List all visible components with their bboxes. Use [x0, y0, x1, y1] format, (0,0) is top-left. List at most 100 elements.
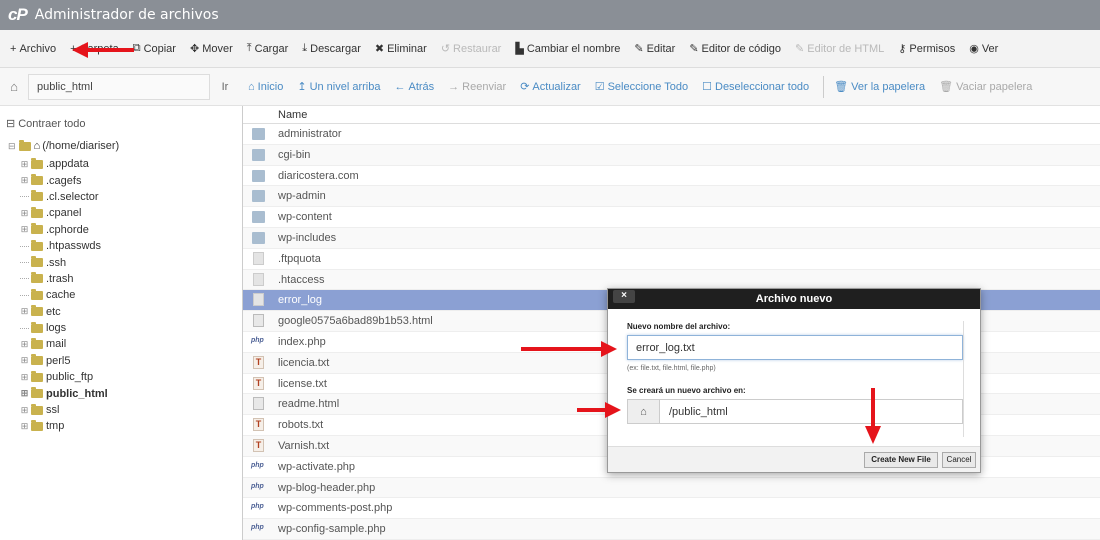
toolbar-ver-button[interactable]: ◉ Ver [969, 42, 998, 56]
column-header-name[interactable]: Name [243, 106, 1100, 124]
tree-item-cache[interactable]: cache [20, 287, 108, 303]
tree-item-trash[interactable]: .trash [20, 271, 108, 287]
file-name: robots.txt [278, 419, 324, 432]
expand-icon[interactable]: ⊞ [20, 224, 29, 235]
file-row[interactable]: php wp-config-sample.php [243, 519, 1100, 540]
tree-item-perl5[interactable]: ⊞ perl5 [20, 353, 108, 369]
expand-icon[interactable]: ⊞ [20, 339, 29, 350]
expand-icon[interactable]: ⊞ [20, 388, 29, 399]
tree-item-cagefs[interactable]: ⊞ .cagefs [20, 172, 108, 188]
toolbar-editar-button[interactable]: ✎ Editar [634, 42, 675, 56]
nav-vaciar-papelera-button[interactable]: 🗑 Vaciar papelera [939, 80, 1032, 94]
toolbar-cambiar-el-nombre-button[interactable]: ▙ Cambiar el nombre [515, 42, 620, 56]
txt-file-icon: T [253, 438, 264, 452]
nav-ver-la-papelera-button[interactable]: 🗑 Ver la papelera [834, 80, 926, 94]
nav-seleccione-todo-button[interactable]: ☑ Seleccione Todo [595, 80, 688, 94]
nav-button-label: Ver la papelera [851, 80, 926, 93]
tree-root[interactable]: ⊟ ⌂ (/home/diariser) [8, 139, 119, 152]
file-row[interactable]: wp-includes [243, 227, 1100, 249]
cancel-button[interactable]: Cancel [942, 452, 976, 468]
home-icon[interactable]: ⌂ [0, 68, 28, 105]
tree-item-ssh[interactable]: .ssh [20, 254, 108, 270]
file-row[interactable]: cgi-bin [243, 144, 1100, 166]
archivo-icon: + [10, 42, 17, 55]
toolbar-eliminar-button[interactable]: ✖ Eliminar [375, 42, 427, 56]
toolbar-editor-de-html-button[interactable]: ✎ Editor de HTML [795, 42, 885, 56]
tree-item-cphorde[interactable]: ⊞ .cphorde [20, 222, 108, 238]
toolbar-restaurar-button[interactable]: ↺ Restaurar [441, 42, 502, 56]
vaciar-papelera-icon: 🗑 [939, 81, 954, 93]
file-row[interactable]: administrator [243, 124, 1100, 145]
file-row[interactable]: php wp-blog-header.php [243, 477, 1100, 499]
toolbar-button-label: Restaurar [453, 42, 502, 55]
expand-icon[interactable]: ⊞ [20, 208, 29, 219]
home-icon: ⌂ [33, 140, 41, 152]
tree-item-public-html[interactable]: ⊞ public_html [20, 385, 108, 401]
tree-item-htpasswds[interactable]: .htpasswds [20, 238, 108, 254]
toolbar-button-label: Permisos [909, 42, 956, 55]
toolbar-editor-de-codigo-button[interactable]: ✎ Editor de código [689, 42, 781, 56]
main-toolbar: +Archivo+Carpeta⧉Copiar✥Mover⤒Cargar⤓Des… [0, 30, 1100, 68]
file-row[interactable]: diaricostera.com [243, 166, 1100, 187]
expand-icon[interactable]: ⊞ [20, 306, 29, 317]
toolbar-copiar-button[interactable]: ⧉ Copiar [133, 42, 176, 55]
tree-item-cl-selector[interactable]: .cl.selector [20, 189, 108, 205]
tree-item-appdata[interactable]: ⊞ .appdata [20, 156, 108, 172]
mover-icon: ✥ [189, 43, 200, 55]
toolbar-cargar-button[interactable]: ⤒ Cargar [247, 42, 289, 55]
file-row[interactable]: php wp-comments-post.php [243, 498, 1100, 520]
file-name: Varnish.txt [278, 439, 330, 452]
destination-input[interactable] [660, 400, 962, 423]
tree-item-label: etc [46, 305, 61, 318]
tree-item-tmp[interactable]: ⊞ tmp [20, 418, 108, 434]
dialog-title: Archivo nuevo [755, 293, 833, 305]
nav-reenviar-button[interactable]: → Reenviar [448, 81, 506, 93]
toolbar-archivo-button[interactable]: + Archivo [10, 43, 56, 55]
tree-item-label: .htpasswds [46, 240, 102, 253]
tree-item-etc[interactable]: ⊞ etc [20, 304, 108, 320]
folder-icon [31, 305, 43, 317]
filename-input[interactable] [627, 335, 963, 360]
toolbar-descargar-button[interactable]: ⤓ Descargar [302, 42, 361, 55]
tree-item-public-ftp[interactable]: ⊞ public_ftp [20, 369, 108, 385]
file-name: .htaccess [278, 273, 325, 286]
tree-item-logs[interactable]: logs [20, 320, 108, 336]
expand-icon[interactable]: ⊞ [20, 175, 29, 186]
tree-item-label: mail [46, 338, 67, 351]
php-file-icon: php [251, 524, 264, 532]
path-input[interactable] [28, 73, 210, 100]
create-new-file-button[interactable]: Create New File [864, 452, 938, 468]
file-name: wp-includes [278, 231, 337, 244]
expand-icon[interactable]: ⊞ [20, 355, 29, 366]
nav-actualizar-button[interactable]: ⟳ Actualizar [520, 80, 581, 94]
nav-un-nivel-arriba-button[interactable]: ↥ Un nivel arriba [297, 80, 380, 94]
expand-icon[interactable]: ⊞ [20, 405, 29, 416]
go-button[interactable]: Ir [210, 74, 240, 100]
cargar-icon: ⤒ [246, 42, 252, 54]
minus-icon: ⊟ [8, 140, 16, 151]
tree-item-cpanel[interactable]: ⊞ .cpanel [20, 205, 108, 221]
folder-icon [31, 157, 43, 169]
file-row[interactable]: wp-admin [243, 186, 1100, 208]
file-name: wp-comments-post.php [278, 502, 393, 515]
toolbar-button-label: Editor de HTML [807, 42, 885, 55]
dialog-close-button[interactable]: × [613, 290, 635, 303]
expand-icon[interactable]: ⊞ [20, 159, 29, 170]
file-row[interactable]: .ftpquota [243, 249, 1100, 270]
expand-icon[interactable]: ⊞ [20, 372, 29, 383]
tree-item-label: .cagefs [46, 174, 82, 187]
tree-item-ssl[interactable]: ⊞ ssl [20, 402, 108, 418]
nav-inicio-button[interactable]: ⌂ Inicio [248, 81, 283, 93]
toolbar-permisos-button[interactable]: ⚷ Permisos [898, 42, 956, 56]
dialog-scrollbar[interactable] [963, 321, 970, 437]
editar-icon: ✎ [634, 43, 644, 55]
tree-item-mail[interactable]: ⊞ mail [20, 336, 108, 352]
file-row[interactable]: wp-content [243, 207, 1100, 228]
expand-icon[interactable]: ⊞ [20, 421, 29, 432]
collapse-all-button[interactable]: ⊟ Contraer todo [6, 117, 85, 131]
nav-atras-button[interactable]: ← Atrás [394, 81, 434, 93]
app-title: Administrador de archivos [34, 7, 219, 23]
toolbar-mover-button[interactable]: ✥ Mover [189, 42, 233, 56]
folder-icon [31, 239, 43, 251]
nav-deseleccionar-todo-button[interactable]: ☐ Deseleccionar todo [702, 80, 809, 94]
